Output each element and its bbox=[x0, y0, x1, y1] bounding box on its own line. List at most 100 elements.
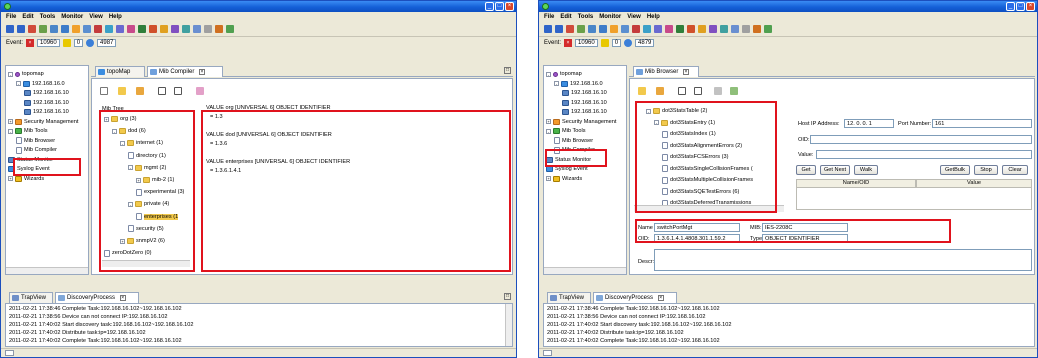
home-icon[interactable] bbox=[577, 25, 585, 33]
expand-toggle-icon[interactable]: - bbox=[8, 128, 13, 134]
stop-icon[interactable] bbox=[566, 25, 574, 33]
nav-item[interactable]: 192.168.16.10 bbox=[562, 108, 607, 116]
expand-toggle-icon[interactable]: - bbox=[8, 71, 13, 77]
report-icon[interactable] bbox=[149, 25, 157, 33]
nav-item[interactable]: 192.168.16.10 bbox=[24, 108, 69, 116]
report-icon[interactable] bbox=[687, 25, 695, 33]
walk-button[interactable]: Walk bbox=[854, 165, 878, 175]
refresh-icon[interactable] bbox=[730, 87, 738, 95]
expand-toggle-icon[interactable]: - bbox=[546, 71, 551, 77]
nav-item[interactable]: Mib Compiler bbox=[16, 146, 57, 154]
chart-icon[interactable] bbox=[127, 25, 135, 33]
device-icon[interactable] bbox=[116, 25, 124, 33]
menu-file[interactable]: File bbox=[544, 14, 554, 20]
tab-discovery[interactable]: DiscoveryProcess × bbox=[55, 292, 139, 303]
menu-help[interactable]: Help bbox=[647, 14, 660, 20]
settings-icon[interactable] bbox=[204, 25, 212, 33]
search-icon[interactable] bbox=[61, 25, 69, 33]
menu-tools[interactable]: Tools bbox=[578, 14, 594, 20]
maximize-button[interactable]: □ bbox=[1016, 2, 1025, 11]
filter-icon[interactable] bbox=[709, 25, 717, 33]
close-button[interactable]: × bbox=[505, 2, 514, 11]
network-icon[interactable] bbox=[621, 25, 629, 33]
link-icon[interactable] bbox=[100, 87, 108, 95]
restore-icon[interactable]: □ bbox=[504, 293, 511, 300]
nav-item[interactable]: 192.168.16.10 bbox=[562, 89, 607, 97]
eraser-icon[interactable] bbox=[196, 87, 204, 95]
restore-icon[interactable]: □ bbox=[504, 67, 511, 74]
network-icon[interactable] bbox=[83, 25, 91, 33]
search-icon[interactable] bbox=[599, 25, 607, 33]
back-icon[interactable] bbox=[6, 25, 14, 33]
tab-mib-compiler[interactable]: Mib Compiler × bbox=[147, 66, 223, 77]
tab-discovery[interactable]: DiscoveryProcess × bbox=[593, 292, 677, 303]
expand-toggle-icon[interactable]: + bbox=[546, 119, 551, 124]
log-vscroll[interactable] bbox=[505, 304, 512, 346]
close-tab-icon[interactable]: × bbox=[683, 69, 690, 75]
stop-button[interactable]: Stop bbox=[974, 165, 998, 175]
get-next-button[interactable]: Get Next bbox=[820, 165, 850, 175]
get-button[interactable]: Get bbox=[796, 165, 816, 175]
menu-edit[interactable]: Edit bbox=[560, 14, 571, 20]
close-button[interactable]: × bbox=[1026, 2, 1035, 11]
forward-icon[interactable] bbox=[555, 25, 563, 33]
nav-item[interactable]: + Security Management bbox=[8, 118, 78, 126]
help-icon[interactable] bbox=[764, 25, 772, 33]
tools-icon[interactable] bbox=[698, 25, 706, 33]
export-icon[interactable] bbox=[215, 25, 223, 33]
close-tab-icon[interactable]: × bbox=[199, 69, 206, 75]
oid-input[interactable] bbox=[810, 135, 1032, 144]
nav-item[interactable]: - topomap bbox=[8, 70, 44, 78]
close-tab-icon[interactable]: × bbox=[119, 295, 126, 301]
nav-item[interactable]: Mib Browser bbox=[16, 137, 55, 145]
tab-mib-browser[interactable]: Mib Browser × bbox=[633, 66, 699, 77]
open-folder-icon[interactable] bbox=[118, 87, 126, 95]
collapse-all-icon[interactable] bbox=[174, 87, 182, 95]
add-folder-icon[interactable] bbox=[136, 87, 144, 95]
nav-item[interactable]: - topomap bbox=[546, 70, 582, 78]
menu-monitor[interactable]: Monitor bbox=[61, 14, 83, 20]
collapse-all-icon[interactable] bbox=[694, 87, 702, 95]
expand-all-icon[interactable] bbox=[678, 87, 686, 95]
topology-icon[interactable] bbox=[105, 25, 113, 33]
zoom-out-icon[interactable] bbox=[731, 25, 739, 33]
expand-toggle-icon[interactable]: + bbox=[546, 176, 551, 181]
help-icon[interactable] bbox=[226, 25, 234, 33]
zoom-out-icon[interactable] bbox=[193, 25, 201, 33]
folder-icon[interactable] bbox=[72, 25, 80, 33]
nav-item[interactable]: + Security Management bbox=[546, 118, 616, 126]
filter-icon[interactable] bbox=[171, 25, 179, 33]
alarm-icon[interactable] bbox=[632, 25, 640, 33]
nav-item[interactable]: Mib Browser bbox=[554, 137, 593, 145]
refresh-icon[interactable] bbox=[50, 25, 58, 33]
nav-item[interactable]: - Mib Tools bbox=[8, 127, 48, 135]
topology-icon[interactable] bbox=[643, 25, 651, 33]
nav-item[interactable]: 192.168.16.10 bbox=[24, 89, 69, 97]
menu-view[interactable]: View bbox=[89, 14, 103, 20]
chart-icon[interactable] bbox=[665, 25, 673, 33]
menu-tools[interactable]: Tools bbox=[40, 14, 56, 20]
device-icon[interactable] bbox=[654, 25, 662, 33]
refresh-icon[interactable] bbox=[588, 25, 596, 33]
folder-icon[interactable] bbox=[610, 25, 618, 33]
link-icon[interactable] bbox=[138, 25, 146, 33]
nav-item[interactable]: + Wizards bbox=[546, 175, 582, 183]
menu-help[interactable]: Help bbox=[109, 14, 122, 20]
tab-topomap[interactable]: topoMap bbox=[95, 66, 145, 77]
menu-file[interactable]: File bbox=[6, 14, 16, 20]
maximize-button[interactable]: □ bbox=[495, 2, 504, 11]
expand-toggle-icon[interactable]: + bbox=[8, 119, 13, 124]
minimize-button[interactable]: _ bbox=[485, 2, 494, 11]
nav-item[interactable]: 192.168.16.10 bbox=[24, 99, 69, 107]
expand-toggle-icon[interactable]: - bbox=[16, 81, 21, 86]
grid-header-value[interactable]: Value bbox=[916, 179, 1032, 188]
add-folder-icon[interactable] bbox=[656, 87, 664, 95]
link-icon[interactable] bbox=[676, 25, 684, 33]
menu-monitor[interactable]: Monitor bbox=[599, 14, 621, 20]
open-folder-icon[interactable] bbox=[638, 87, 646, 95]
get-bulk-button[interactable]: GetBulk bbox=[940, 165, 970, 175]
host-ip-input[interactable]: 12. 0. 0. 1 bbox=[844, 119, 894, 128]
home-icon[interactable] bbox=[39, 25, 47, 33]
port-number-input[interactable]: 161 bbox=[932, 119, 1032, 128]
nav-item[interactable]: 192.168.16.10 bbox=[562, 99, 607, 107]
